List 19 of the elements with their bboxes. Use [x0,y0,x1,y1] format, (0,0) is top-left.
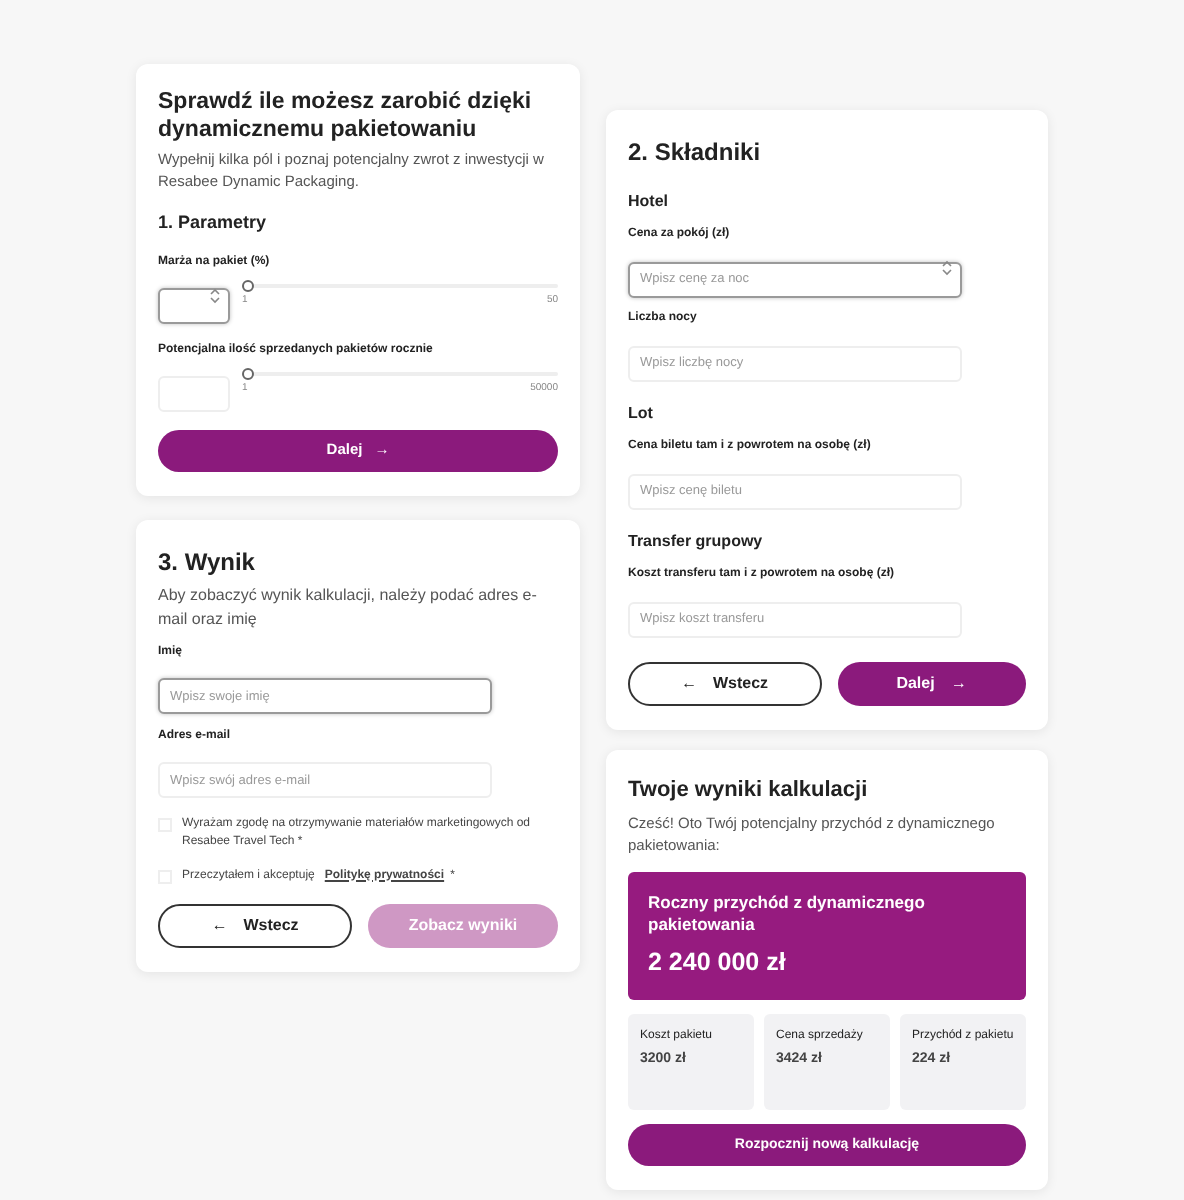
card-title: Twoje wyniki kalkulacji [628,776,870,806]
spinner-icon[interactable] [942,260,952,276]
revenue-label: Roczny przychód z dynamicznego pakietowania [648,891,927,935]
group-heading: Hotel [628,190,670,214]
group-heading: Lot [628,402,655,426]
section-heading: 1. Parametry [158,210,269,236]
card-title: 2. Składniki [628,136,763,170]
input-field[interactable] [158,288,230,324]
slider-thumb[interactable] [242,279,254,291]
revenue-value: 2 240 000 zł [648,945,788,979]
card-title: 3. Wynik [158,545,257,579]
slider-thumb[interactable] [242,367,254,379]
back-button[interactable]: ← Wstecz [158,903,352,947]
back-button[interactable]: ← Wstecz [628,662,821,706]
next-button[interactable]: Dalej → [837,662,1026,706]
spinner-icon[interactable] [210,287,220,303]
intro-text: Aby zobaczyć wynik kalkulacji, należy podać adres e-mail oraz imię [158,583,539,631]
card-title: Sprawdź ile możesz zarobić dzięki dynamicznemu pakietowaniu [158,88,534,144]
group-heading: Transfer grupowy [628,530,765,554]
